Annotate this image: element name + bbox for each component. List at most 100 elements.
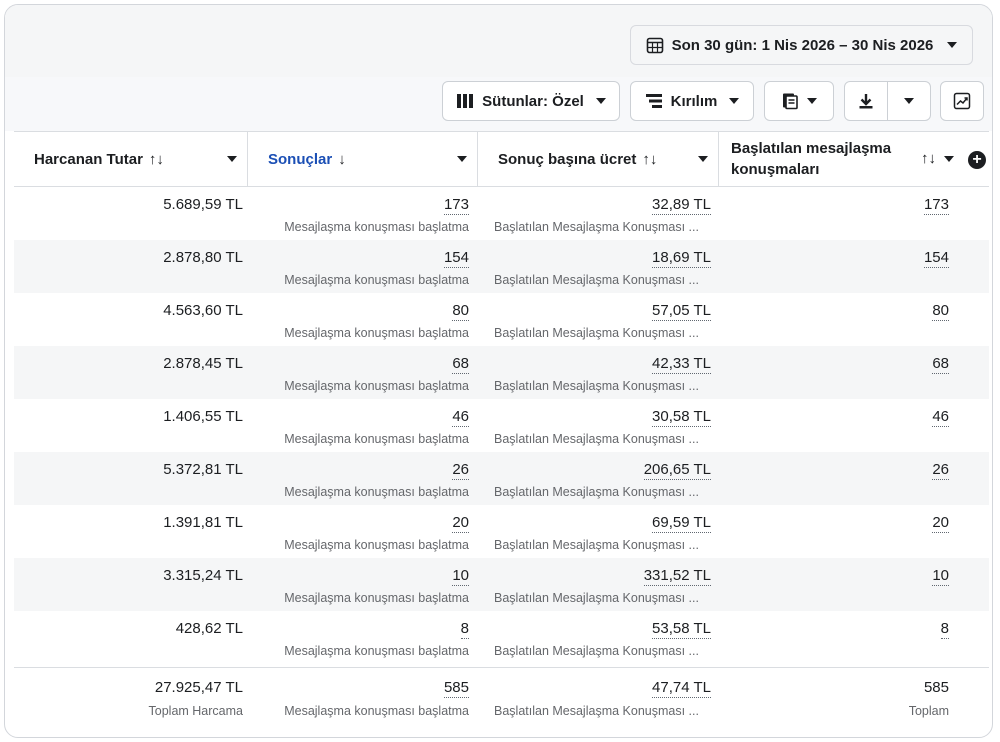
total-cost-value[interactable]: 47,74 TL bbox=[652, 679, 711, 698]
cost-cell: 206,65 TL Başlatılan Mesajlaşma Konuşması… bbox=[484, 452, 711, 505]
spent-cell: 5.689,59 TL bbox=[14, 187, 243, 240]
conversations-value[interactable]: 173 bbox=[923, 196, 949, 215]
table-row: 5.372,81 TL 26 Mesajlaşma konuşması başlat… bbox=[14, 452, 989, 505]
results-value[interactable]: 26 bbox=[452, 461, 469, 480]
results-cell: 20 Mesajlaşma konuşması başlatma bbox=[253, 505, 469, 558]
cost-cell: 32,89 TL Başlatılan Mesajlaşma Konuşması … bbox=[484, 187, 711, 240]
results-caption: Mesajlaşma konuşması başlatma bbox=[284, 273, 469, 287]
total-cost-cell: 47,74 TL Başlatılan Mesajlaşma Konuşması… bbox=[484, 668, 711, 731]
sort-icon[interactable]: ↑↓ bbox=[642, 151, 657, 168]
conversations-value[interactable]: 20 bbox=[932, 514, 949, 533]
sort-icon[interactable]: ↑↓ bbox=[921, 148, 936, 169]
results-value[interactable]: 8 bbox=[460, 620, 469, 639]
results-caption: Mesajlaşma konuşması başlatma bbox=[284, 485, 469, 499]
conversations-value[interactable]: 154 bbox=[923, 249, 949, 268]
column-header-label: Sonuç başına ücret bbox=[498, 150, 637, 168]
reports-button[interactable] bbox=[764, 81, 834, 121]
export-options-button[interactable] bbox=[887, 81, 931, 121]
conversations-value[interactable]: 46 bbox=[932, 408, 949, 427]
columns-icon bbox=[456, 93, 474, 109]
column-header-label-wrap: Başlatılan mesajlaşma konuşmaları bbox=[731, 138, 891, 180]
results-value[interactable]: 173 bbox=[443, 196, 469, 215]
results-value[interactable]: 46 bbox=[452, 408, 469, 427]
results-value[interactable]: 20 bbox=[452, 514, 469, 533]
spent-value: 4.563,60 TL bbox=[163, 302, 243, 319]
spent-cell: 4.563,60 TL bbox=[14, 293, 243, 346]
results-cell: 154 Mesajlaşma konuşması başlatma bbox=[253, 240, 469, 293]
chevron-down-icon[interactable] bbox=[227, 156, 237, 162]
columns-button[interactable]: Sütunlar: Özel bbox=[442, 81, 620, 121]
cost-caption: Başlatılan Mesajlaşma Konuşması ... bbox=[494, 485, 699, 499]
total-results-value[interactable]: 585 bbox=[443, 679, 469, 698]
breakdown-label: Kırılım bbox=[670, 92, 718, 110]
column-header-label-line2: konuşmaları bbox=[731, 161, 820, 178]
cost-value[interactable]: 42,33 TL bbox=[652, 355, 711, 374]
results-cell: 80 Mesajlaşma konuşması başlatma bbox=[253, 293, 469, 346]
spent-cell: 5.372,81 TL bbox=[14, 452, 243, 505]
conversations-value[interactable]: 10 bbox=[932, 567, 949, 586]
spent-cell: 1.391,81 TL bbox=[14, 505, 243, 558]
total-conversations-caption: Toplam bbox=[908, 704, 949, 718]
cost-cell: 30,58 TL Başlatılan Mesajlaşma Konuşması … bbox=[484, 399, 711, 452]
results-caption: Mesajlaşma konuşması başlatma bbox=[284, 644, 469, 658]
conversations-cell: 46 bbox=[724, 399, 949, 452]
total-cost-caption: Başlatılan Mesajlaşma Konuşması ... bbox=[494, 704, 699, 718]
conversations-value[interactable]: 80 bbox=[932, 302, 949, 321]
chevron-down-icon bbox=[904, 98, 914, 104]
cost-cell: 18,69 TL Başlatılan Mesajlaşma Konuşması … bbox=[484, 240, 711, 293]
columns-label: Sütunlar: Özel bbox=[482, 92, 584, 110]
conversations-cell: 26 bbox=[724, 452, 949, 505]
results-value[interactable]: 68 bbox=[452, 355, 469, 374]
conversations-value[interactable]: 8 bbox=[940, 620, 949, 639]
results-value[interactable]: 10 bbox=[452, 567, 469, 586]
cost-value[interactable]: 18,69 TL bbox=[652, 249, 711, 268]
breakdown-icon bbox=[645, 93, 663, 109]
conversations-value[interactable]: 68 bbox=[932, 355, 949, 374]
conversations-value[interactable]: 26 bbox=[932, 461, 949, 480]
cost-value[interactable]: 331,52 TL bbox=[643, 567, 711, 586]
results-value[interactable]: 80 bbox=[452, 302, 469, 321]
cost-cell: 53,58 TL Başlatılan Mesajlaşma Konuşması … bbox=[484, 611, 711, 664]
cost-caption: Başlatılan Mesajlaşma Konuşması ... bbox=[494, 273, 699, 287]
total-spent-cell: 27.925,47 TL Toplam Harcama bbox=[14, 668, 243, 731]
chart-toggle-button[interactable] bbox=[940, 81, 984, 121]
sort-descending-icon[interactable]: ↓ bbox=[338, 151, 346, 168]
column-header-results[interactable]: Sonuçlar ↓ bbox=[248, 132, 478, 186]
spent-cell: 428,62 TL bbox=[14, 611, 243, 664]
add-column-icon[interactable]: + bbox=[968, 151, 986, 169]
cost-value[interactable]: 57,05 TL bbox=[652, 302, 711, 321]
date-range-button[interactable]: Son 30 gün: 1 Nis 2026 – 30 Nis 2026 bbox=[630, 25, 973, 65]
table-row: 5.689,59 TL 173 Mesajlaşma konuşması başla… bbox=[14, 187, 989, 240]
cost-cell: 331,52 TL Başlatılan Mesajlaşma Konuşması… bbox=[484, 558, 711, 611]
chevron-down-icon[interactable] bbox=[698, 156, 708, 162]
chevron-down-icon[interactable] bbox=[457, 156, 467, 162]
cost-caption: Başlatılan Mesajlaşma Konuşması ... bbox=[494, 538, 699, 552]
column-header-cost-per-result[interactable]: Sonuç başına ücret ↑↓ bbox=[478, 132, 719, 186]
chevron-down-icon[interactable] bbox=[944, 156, 954, 162]
column-header-label-line1: Başlatılan mesajlaşma bbox=[731, 140, 892, 157]
spent-value: 2.878,45 TL bbox=[163, 355, 243, 372]
results-value[interactable]: 154 bbox=[443, 249, 469, 268]
total-results-cell: 585 Mesajlaşma konuşması başlatma bbox=[253, 668, 469, 731]
column-header-conversations[interactable]: Başlatılan mesajlaşma konuşmaları ↑↓ bbox=[719, 132, 969, 186]
spent-value: 5.689,59 TL bbox=[163, 196, 243, 213]
cost-value[interactable]: 32,89 TL bbox=[652, 196, 711, 215]
cost-cell: 57,05 TL Başlatılan Mesajlaşma Konuşması … bbox=[484, 293, 711, 346]
results-caption: Mesajlaşma konuşması başlatma bbox=[284, 326, 469, 340]
cost-value[interactable]: 53,58 TL bbox=[652, 620, 711, 639]
total-spent-caption: Toplam Harcama bbox=[148, 704, 243, 718]
column-header-spent[interactable]: Harcanan Tutar ↑↓ bbox=[14, 132, 248, 186]
cost-value[interactable]: 30,58 TL bbox=[652, 408, 711, 427]
cost-value[interactable]: 69,59 TL bbox=[652, 514, 711, 533]
spent-value: 428,62 TL bbox=[175, 620, 243, 637]
sort-icon[interactable]: ↑↓ bbox=[149, 151, 164, 168]
results-cell: 8 Mesajlaşma konuşması başlatma bbox=[253, 611, 469, 664]
breakdown-button[interactable]: Kırılım bbox=[630, 81, 754, 121]
results-cell: 10 Mesajlaşma konuşması başlatma bbox=[253, 558, 469, 611]
export-button[interactable] bbox=[844, 81, 888, 121]
cost-value[interactable]: 206,65 TL bbox=[643, 461, 711, 480]
cost-caption: Başlatılan Mesajlaşma Konuşması ... bbox=[494, 591, 699, 605]
chevron-down-icon bbox=[595, 98, 606, 104]
table-row: 2.878,80 TL 154 Mesajlaşma konuşması başla… bbox=[14, 240, 989, 293]
trend-chart-icon bbox=[953, 92, 971, 110]
